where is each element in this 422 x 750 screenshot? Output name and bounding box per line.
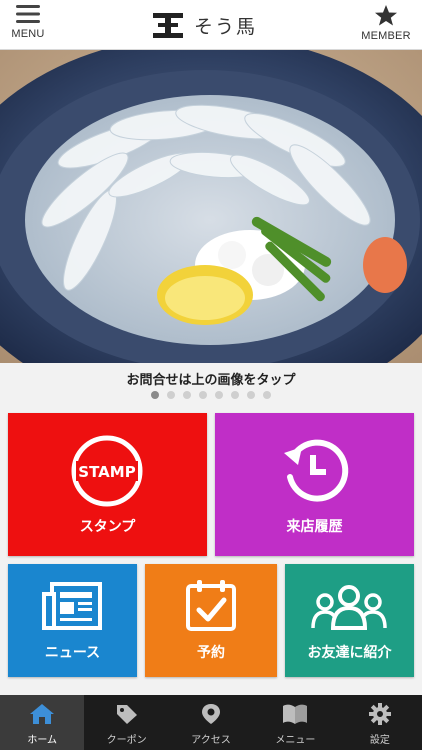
tab-coupon-label: クーポン — [106, 735, 147, 746]
refer-friend-label: お友達に紹介 — [307, 645, 392, 661]
member-button[interactable]: MEMBER — [358, 4, 414, 42]
carousel-dot[interactable] — [231, 391, 239, 399]
bottom-tab-bar: ホーム クーポン アクセス メニュー 設定 — [0, 695, 422, 750]
visit-history-label: 来店履歴 — [286, 519, 343, 535]
menu-label: MENU — [11, 28, 45, 40]
carousel-dot[interactable] — [167, 391, 175, 399]
calendar-check-icon — [186, 580, 236, 631]
stamp-label: スタンプ — [79, 519, 136, 535]
carousel-dot[interactable] — [247, 391, 255, 399]
star-icon — [375, 5, 397, 26]
carousel-dots[interactable] — [0, 391, 422, 399]
stamp-badge-text: STAMP — [78, 463, 135, 481]
app-logo: そう馬 — [150, 8, 257, 42]
carousel-dot[interactable] — [199, 391, 207, 399]
carousel-dot[interactable] — [215, 391, 223, 399]
tab-menu-label: メニュー — [275, 735, 316, 746]
history-clock-icon — [284, 439, 349, 502]
refer-friend-tile[interactable]: お友達に紹介 — [285, 564, 414, 677]
news-label: ニュース — [44, 645, 101, 661]
tab-settings-label: 設定 — [369, 735, 390, 746]
logo-mark-icon — [153, 13, 183, 38]
hamburger-icon — [16, 5, 40, 23]
carousel-dot[interactable] — [151, 391, 159, 399]
tab-coupon[interactable]: クーポン — [84, 695, 168, 750]
tab-access[interactable]: アクセス — [169, 695, 253, 750]
people-icon — [311, 585, 387, 630]
hero-image[interactable] — [0, 50, 422, 363]
app-name: そう馬 — [194, 15, 258, 38]
gear-icon — [368, 703, 391, 725]
tag-icon — [116, 705, 137, 724]
newspaper-icon — [42, 582, 102, 630]
visit-history-tile[interactable]: 来店履歴 — [215, 413, 414, 556]
tab-home[interactable]: ホーム — [0, 695, 85, 750]
tab-menu[interactable]: メニュー — [253, 695, 337, 750]
news-tile[interactable]: ニュース — [8, 564, 137, 677]
map-pin-icon — [202, 704, 221, 724]
tab-home-label: ホーム — [27, 735, 58, 746]
carousel-dot[interactable] — [263, 391, 271, 399]
stamp-tile[interactable]: STAMP スタンプ — [8, 413, 207, 556]
app-header: MENU そう馬 MEMBER — [0, 0, 422, 50]
menu-button[interactable]: MENU — [8, 4, 48, 40]
reservation-label: 予約 — [197, 645, 225, 661]
home-icon — [30, 704, 55, 724]
member-label: MEMBER — [361, 30, 411, 42]
tab-access-label: アクセス — [191, 735, 231, 746]
fugu-sashimi-photo — [0, 50, 422, 363]
book-icon — [283, 704, 308, 724]
carousel-dot[interactable] — [183, 391, 191, 399]
hero-caption: お問合せは上の画像をタップ — [126, 373, 296, 388]
reservation-tile[interactable]: 予約 — [145, 564, 277, 677]
stamp-icon: STAMP — [71, 435, 143, 507]
tab-settings[interactable]: 設定 — [338, 695, 422, 750]
